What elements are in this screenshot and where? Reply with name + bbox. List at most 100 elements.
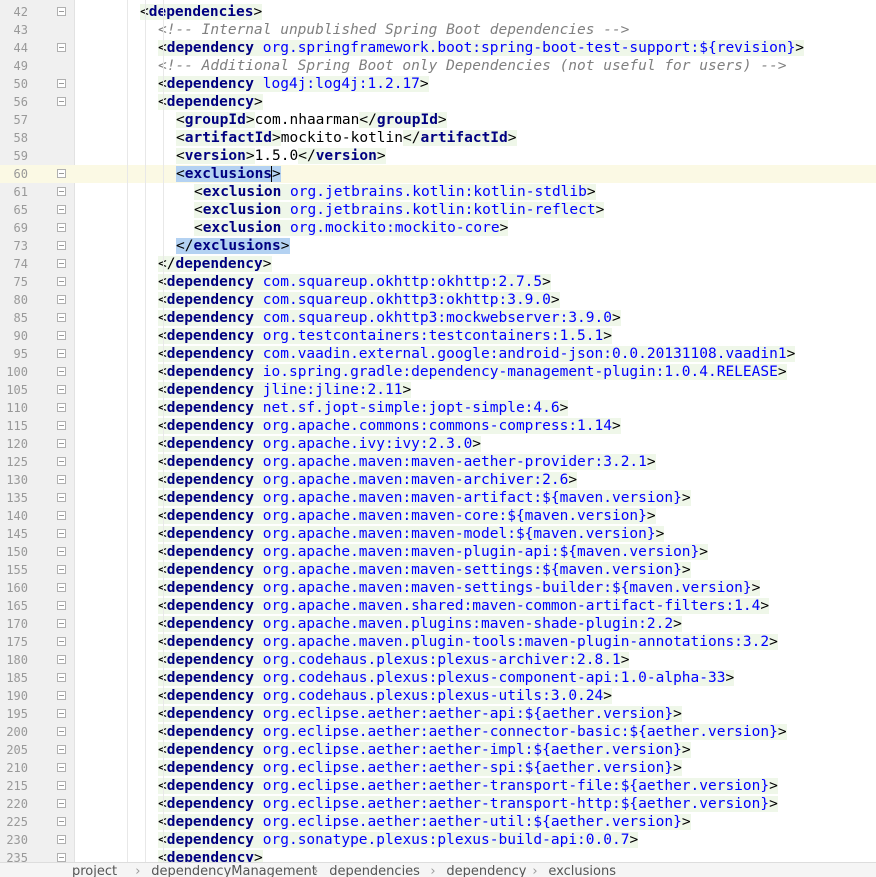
fold-toggle-icon[interactable] [57, 7, 66, 16]
fold-toggle-icon[interactable] [57, 727, 66, 736]
code-line[interactable]: 175 <dependency org.apache.maven.plugin-t… [0, 633, 876, 651]
code-line[interactable]: 60 <exclusions> [0, 165, 876, 183]
fold-toggle-icon[interactable] [57, 565, 66, 574]
fold-toggle-icon[interactable] [57, 763, 66, 772]
code-line[interactable]: 105 <dependency jline:jline:2.11> [0, 381, 876, 399]
fold-toggle-icon[interactable] [57, 835, 66, 844]
fold-toggle-icon[interactable] [57, 745, 66, 754]
code-line[interactable]: 190 <dependency org.codehaus.plexus:plexu… [0, 687, 876, 705]
code-line[interactable]: 49 <!-- Additional Spring Boot only Depen… [0, 57, 876, 75]
code-line[interactable]: 73 </exclusions> [0, 237, 876, 255]
fold-toggle-icon[interactable] [57, 475, 66, 484]
code-line[interactable]: 56 <dependency> [0, 93, 876, 111]
breadcrumb-item-project[interactable]: project [72, 865, 117, 877]
fold-toggle-icon[interactable] [57, 349, 66, 358]
fold-toggle-icon[interactable] [57, 781, 66, 790]
code-line[interactable]: 69 <exclusion org.mockito:mockito-core> [0, 219, 876, 237]
fold-toggle-icon[interactable] [57, 853, 66, 862]
fold-toggle-icon[interactable] [57, 547, 66, 556]
code-line[interactable]: 100 <dependency io.spring.gradle:dependen… [0, 363, 876, 381]
code-line[interactable]: 160 <dependency org.apache.maven:maven-se… [0, 579, 876, 597]
fold-toggle-icon[interactable] [57, 313, 66, 322]
fold-toggle-icon[interactable] [57, 655, 66, 664]
code-line[interactable]: 80 <dependency com.squareup.okhttp3:okhtt… [0, 291, 876, 309]
fold-toggle-icon[interactable] [57, 79, 66, 88]
fold-toggle-icon[interactable] [57, 385, 66, 394]
code-line[interactable]: 43 <!-- Internal unpublished Spring Boot … [0, 21, 876, 39]
code-line[interactable]: 170 <dependency org.apache.maven.plugins:… [0, 615, 876, 633]
code-line[interactable]: 58 <artifactId>mockito-kotlin</artifactId… [0, 129, 876, 147]
fold-toggle-icon[interactable] [57, 619, 66, 628]
code-line[interactable]: 130 <dependency org.apache.maven:maven-ar… [0, 471, 876, 489]
fold-toggle-icon[interactable] [57, 169, 66, 178]
code-line[interactable]: 59 <version>1.5.0</version> [0, 147, 876, 165]
breadcrumb-item-dependencyManagement[interactable]: dependencyManagement [151, 865, 317, 877]
fold-toggle-icon[interactable] [57, 43, 66, 52]
fold-toggle-icon[interactable] [57, 799, 66, 808]
code-line[interactable]: 220 <dependency org.eclipse.aether:aether… [0, 795, 876, 813]
code-line[interactable]: 225 <dependency org.eclipse.aether:aether… [0, 813, 876, 831]
code-line[interactable]: 120 <dependency org.apache.ivy:ivy:2.3.0> [0, 435, 876, 453]
code-line[interactable]: 155 <dependency org.apache.maven:maven-se… [0, 561, 876, 579]
code-line[interactable]: 205 <dependency org.eclipse.aether:aether… [0, 741, 876, 759]
fold-toggle-icon[interactable] [57, 403, 66, 412]
code-line[interactable]: 42 <dependencies> [0, 3, 876, 21]
breadcrumb-item-exclusions[interactable]: exclusions [548, 865, 616, 877]
fold-toggle-icon[interactable] [57, 259, 66, 268]
code-line[interactable]: 65 <exclusion org.jetbrains.kotlin:kotlin… [0, 201, 876, 219]
code-line[interactable]: 110 <dependency net.sf.jopt-simple:jopt-s… [0, 399, 876, 417]
code-line[interactable]: 75 <dependency com.squareup.okhttp:okhttp… [0, 273, 876, 291]
breadcrumb-item-dependencies[interactable]: dependencies [329, 865, 420, 877]
fold-toggle-icon[interactable] [57, 241, 66, 250]
fold-toggle-icon[interactable] [57, 529, 66, 538]
code-line[interactable]: 57 <groupId>com.nhaarman</groupId> [0, 111, 876, 129]
code-line[interactable]: 50 <dependency log4j:log4j:1.2.17> [0, 75, 876, 93]
fold-toggle-icon[interactable] [57, 295, 66, 304]
code-line[interactable]: 195 <dependency org.eclipse.aether:aether… [0, 705, 876, 723]
fold-toggle-icon[interactable] [57, 637, 66, 646]
code-line[interactable]: 215 <dependency org.eclipse.aether:aether… [0, 777, 876, 795]
fold-toggle-icon[interactable] [57, 421, 66, 430]
code-line[interactable]: 140 <dependency org.apache.maven:maven-co… [0, 507, 876, 525]
fold-toggle-icon[interactable] [57, 439, 66, 448]
fold-toggle-icon[interactable] [57, 673, 66, 682]
code-editor[interactable]: 42 <dependencies> 43 <!-- Internal unpublis… [0, 0, 876, 862]
code-line[interactable]: 145 <dependency org.apache.maven:maven-mo… [0, 525, 876, 543]
fold-toggle-icon[interactable] [57, 331, 66, 340]
fold-toggle-icon[interactable] [57, 583, 66, 592]
fold-toggle-icon[interactable] [57, 367, 66, 376]
code-line[interactable]: 74 </dependency> [0, 255, 876, 273]
fold-toggle-icon[interactable] [57, 601, 66, 610]
breadcrumb-item-dependency[interactable]: dependency [446, 865, 526, 877]
code-line[interactable]: 85 <dependency com.squareup.okhttp3:mockw… [0, 309, 876, 327]
fold-toggle-icon[interactable] [57, 709, 66, 718]
fold-toggle-icon[interactable] [57, 493, 66, 502]
code-line[interactable]: 90 <dependency org.testcontainers:testcon… [0, 327, 876, 345]
code-line[interactable]: 125 <dependency org.apache.maven:maven-ae… [0, 453, 876, 471]
code-line[interactable]: 230 <dependency org.sonatype.plexus:plexu… [0, 831, 876, 849]
code-line[interactable]: 44 <dependency org.springframework.boot:s… [0, 39, 876, 57]
tag-name: dependency [166, 760, 255, 776]
fold-toggle-icon[interactable] [57, 97, 66, 106]
code-line[interactable]: 135 <dependency org.apache.maven:maven-ar… [0, 489, 876, 507]
fold-toggle-icon[interactable] [57, 277, 66, 286]
fold-toggle-icon[interactable] [57, 205, 66, 214]
fold-toggle-icon[interactable] [57, 187, 66, 196]
code-line[interactable]: 180 <dependency org.codehaus.plexus:plexu… [0, 651, 876, 669]
code-line[interactable]: 235 <dependency> [0, 849, 876, 862]
code-line[interactable]: 115 <dependency org.apache.commons:common… [0, 417, 876, 435]
fold-toggle-icon[interactable] [57, 817, 66, 826]
fold-toggle-icon[interactable] [57, 691, 66, 700]
fold-toggle-icon[interactable] [57, 457, 66, 466]
code-line[interactable]: 95 <dependency com.vaadin.external.google… [0, 345, 876, 363]
code-line[interactable]: 185 <dependency org.codehaus.plexus:plexu… [0, 669, 876, 687]
code-line[interactable]: 165 <dependency org.apache.maven.shared:m… [0, 597, 876, 615]
fold-toggle-icon[interactable] [57, 223, 66, 232]
line-number: 140 [6, 509, 28, 523]
code-line[interactable]: 210 <dependency org.eclipse.aether:aether… [0, 759, 876, 777]
code-line[interactable]: 200 <dependency org.eclipse.aether:aether… [0, 723, 876, 741]
code-line[interactable]: 150 <dependency org.apache.maven:maven-pl… [0, 543, 876, 561]
code-line[interactable]: 61 <exclusion org.jetbrains.kotlin:kotlin… [0, 183, 876, 201]
fold-toggle-icon[interactable] [57, 511, 66, 520]
